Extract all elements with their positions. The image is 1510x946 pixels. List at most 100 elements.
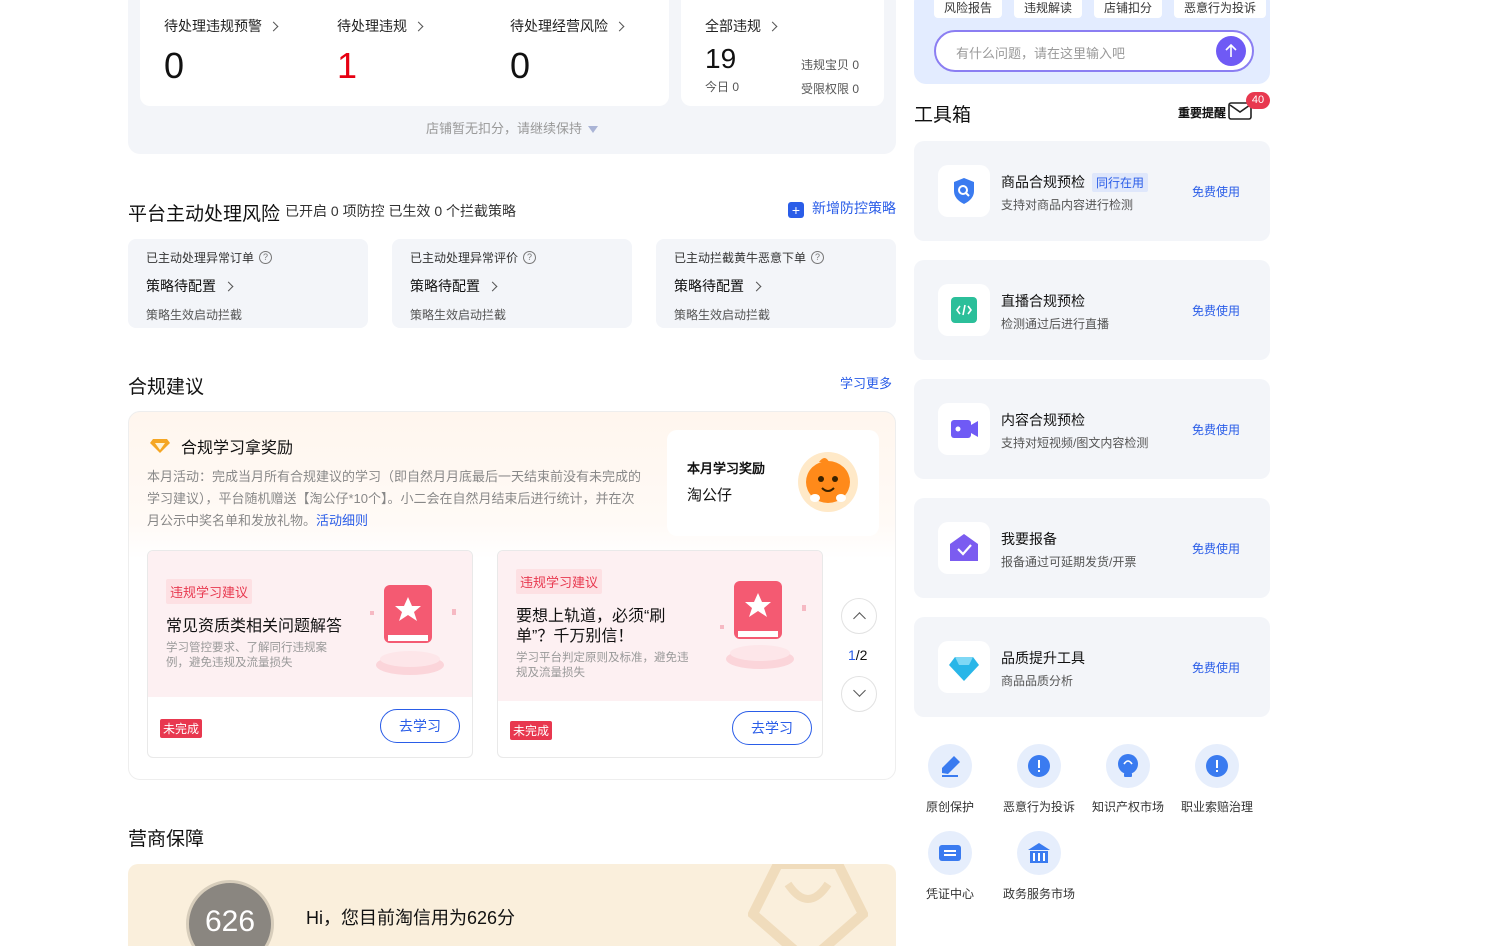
learn-more-link[interactable]: 学习更多 [840, 373, 892, 392]
risk-card-status[interactable]: 策略待配置 [146, 276, 350, 296]
stat-value: 0 [164, 45, 185, 86]
assistant-panel: 风险报告 违规解读 店铺扣分 恶意行为投诉 有什么问题，请在这里输入吧 [914, 0, 1270, 84]
quick-question-chip[interactable]: 店铺扣分 [1094, 0, 1163, 18]
free-use-button[interactable]: 免费使用 [1192, 421, 1240, 438]
tool-name: 我要报备 [1001, 531, 1057, 547]
bulb-icon [1106, 744, 1150, 788]
learning-card-tag: 违规学习建议 [166, 579, 253, 604]
tool-card-content-precheck[interactable]: 内容合规预检 支持对短视频/图文内容检测 免费使用 [914, 379, 1270, 479]
tool-card-report[interactable]: 我要报备 报备通过可延期发货/开票 免费使用 [914, 498, 1270, 598]
tool-icon-box [938, 641, 990, 693]
free-use-button[interactable]: 免费使用 [1192, 540, 1240, 557]
free-use-button[interactable]: 免费使用 [1192, 302, 1240, 319]
learning-card-desc: 学习管控要求、了解同行违规案例，避免违规及流量损失 [166, 642, 327, 669]
chevron-right-icon [614, 21, 625, 31]
quick-question-chip[interactable]: 恶意行为投诉 [1174, 0, 1267, 18]
help-icon[interactable]: ? [259, 251, 273, 264]
learning-card-title: 常见资质类相关问题解答 [166, 618, 343, 635]
deduction-note[interactable]: 店铺暂无扣分，请继续保持 [128, 118, 896, 137]
pending-stats-card: 待处理违规预警 0 待处理违规 1 待处理经营风险 0 [140, 0, 669, 106]
go-study-button[interactable]: 去学习 [732, 711, 812, 745]
stat-label: 待处理经营风险 [510, 18, 608, 34]
tool-card-quality[interactable]: 品质提升工具 商品品质分析 免费使用 [914, 617, 1270, 717]
monthly-reward-name: 淘公仔 [687, 487, 733, 504]
plus-icon: + [788, 202, 804, 218]
add-strategy-button[interactable]: + 新增防控策略 [788, 198, 896, 218]
book-star-icon [370, 585, 456, 675]
risk-card-status-label: 策略待配置 [674, 278, 744, 294]
stat-pending-risk[interactable]: 待处理经营风险 0 [510, 16, 625, 86]
code-icon [951, 297, 977, 323]
ticket-icon [928, 831, 972, 875]
tool-card-live-precheck[interactable]: 直播合规预检 检测通过后进行直播 免费使用 [914, 260, 1270, 360]
shield-search-icon [954, 178, 974, 204]
quick-question-chip[interactable]: 违规解读 [1014, 0, 1083, 18]
quick-entry-label: 凭证中心 [925, 887, 974, 901]
chevron-right-icon [268, 21, 279, 31]
learning-card-desc: 学习平台判定原则及标准，避免违规及流量损失 [516, 652, 689, 679]
send-button[interactable] [1216, 36, 1246, 66]
chevron-down-icon [853, 684, 866, 697]
risk-card-status-label: 策略待配置 [410, 278, 480, 294]
tag-watermark-icon [748, 864, 868, 946]
quick-entry-gov-service[interactable]: 政务服务市场 [993, 831, 1085, 902]
all-violations-card[interactable]: 全部违规 19 今日 0 违规宝贝 0 受限权限 0 [681, 0, 884, 106]
stat-today: 今日 0 [705, 80, 740, 94]
help-icon[interactable]: ? [523, 251, 537, 264]
activity-rules-link[interactable]: 活动细则 [316, 513, 368, 528]
tool-desc: 报备通过可延期发货/开票 [1001, 555, 1137, 569]
credit-score-ring: 626 [186, 880, 274, 946]
pager-up-button[interactable] [841, 598, 877, 634]
risk-card-reviews: 已主动处理异常评价? 策略待配置 策略生效启动拦截 [392, 239, 632, 328]
reward-description-text: 本月活动：完成当月所有合规建议的学习（即自然月月底最后一天结束前没有未完成的学习… [147, 469, 642, 528]
tool-icon-box [938, 522, 990, 574]
mascot-doll-icon [798, 452, 858, 512]
stat-limited: 受限权限 0 [801, 82, 860, 96]
credit-score-panel: 626 Hi，您目前淘信用为626分 [128, 864, 896, 946]
assistant-input-placeholder: 有什么问题，请在这里输入吧 [956, 46, 1126, 61]
free-use-button[interactable]: 免费使用 [1192, 183, 1240, 200]
risk-card-desc: 策略生效启动拦截 [146, 308, 243, 322]
learning-card[interactable]: 违规学习建议 要想上轨道，必须“刷单”？千万别信！ 学习平台判定原则及标准，避免… [497, 550, 823, 758]
quick-entry-original-protection[interactable]: 原创保护 [904, 744, 996, 815]
chevron-right-icon [751, 281, 762, 291]
tool-desc: 支持对短视频/图文内容检测 [1001, 436, 1149, 450]
stat-label: 全部违规 [705, 18, 761, 34]
stat-value: 0 [510, 45, 531, 86]
go-study-button[interactable]: 去学习 [380, 709, 460, 743]
incomplete-badge: 未完成 [160, 719, 203, 738]
learning-card[interactable]: 违规学习建议 常见资质类相关问题解答 学习管控要求、了解同行违规案例，避免违规及… [147, 550, 473, 758]
stat-pending-warning[interactable]: 待处理违规预警 0 [164, 16, 279, 86]
pager-down-button[interactable] [841, 676, 877, 712]
quick-entry-claim-governance[interactable]: 职业索赔治理 [1171, 744, 1263, 815]
quick-entry-ip-market[interactable]: 知识产权市场 [1082, 744, 1174, 815]
free-use-button[interactable]: 免费使用 [1192, 659, 1240, 676]
risk-card-orders: 已主动处理异常订单? 策略待配置 策略生效启动拦截 [128, 239, 368, 328]
risk-card-status[interactable]: 策略待配置 [410, 276, 614, 296]
risk-card-status-label: 策略待配置 [146, 278, 216, 294]
quick-entry-malicious-complaint[interactable]: 恶意行为投诉 [993, 744, 1085, 815]
compliance-section-title: 合规建议 [128, 377, 205, 398]
important-reminder-link[interactable]: 重要提醒 [1178, 104, 1226, 121]
pager-total: /2 [855, 647, 868, 663]
risk-section-subtitle: 已开启 0 项防控 已生效 0 个拦截策略 [285, 203, 517, 219]
violation-stats-panel: 待处理违规预警 0 待处理违规 1 待处理经营风险 0 全部违规 19 今日 0… [128, 0, 896, 154]
arrow-up-icon [1225, 43, 1237, 57]
quick-entry-label: 职业索赔治理 [1180, 800, 1253, 814]
assistant-question-input[interactable]: 有什么问题，请在这里输入吧 [934, 30, 1254, 72]
tool-icon-box [938, 165, 990, 217]
stat-pending-violation[interactable]: 待处理违规 1 [337, 16, 424, 86]
learning-card-title: 要想上轨道，必须“刷单”？千万别信！ [516, 608, 666, 645]
tool-desc: 支持对商品内容进行检测 [1001, 198, 1134, 212]
pen-icon [928, 744, 972, 788]
tool-card-product-precheck[interactable]: 商品合规预检 同行在用 支持对商品内容进行检测 免费使用 [914, 141, 1270, 241]
help-icon[interactable]: ? [811, 251, 825, 264]
chevron-right-icon [767, 21, 778, 31]
quick-question-chip[interactable]: 风险报告 [934, 0, 1003, 18]
reminder-count-badge: 40 [1246, 92, 1270, 109]
quick-entry-voucher-center[interactable]: 凭证中心 [904, 831, 996, 902]
deduction-note-text: 店铺暂无扣分，请继续保持 [425, 121, 582, 136]
risk-card-status[interactable]: 策略待配置 [674, 276, 878, 296]
monthly-reward-box: 本月学习奖励 淘公仔 [667, 430, 879, 536]
chevron-right-icon [413, 21, 424, 31]
